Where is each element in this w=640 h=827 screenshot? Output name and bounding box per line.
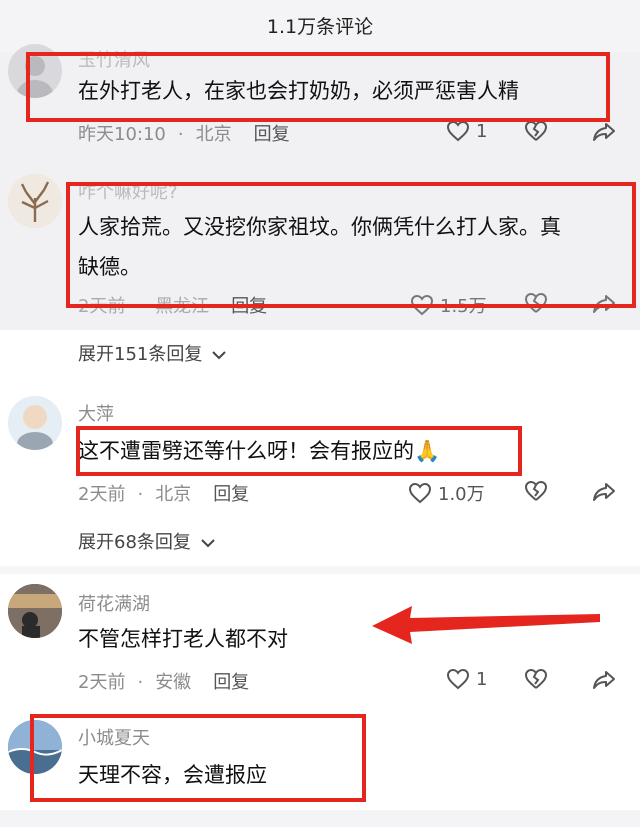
broken-heart-icon <box>524 668 548 689</box>
chevron-down-icon <box>200 532 215 553</box>
expand-replies-label: 展开151条回复 <box>78 344 203 365</box>
share-button[interactable] <box>592 482 616 502</box>
highlight-box <box>66 182 636 308</box>
dislike-button[interactable] <box>524 668 548 690</box>
share-button[interactable] <box>592 122 616 142</box>
avatar[interactable] <box>8 396 62 450</box>
comment-text: 不管怎样打老人都不对 <box>78 627 288 651</box>
expand-replies-button[interactable]: 展开68条回复 <box>78 528 215 554</box>
highlight-box <box>30 714 366 802</box>
comment-count-title: 1.1万条评论 <box>266 16 374 38</box>
like-button[interactable]: 1.0万 <box>408 480 485 506</box>
comment-meta: 昨天10:10 · 北京 回复 <box>78 120 290 146</box>
comment-time: 昨天10:10 <box>78 124 166 145</box>
comment-location: 安徽 <box>155 672 192 693</box>
like-count: 1.0万 <box>438 484 485 505</box>
heart-icon <box>446 668 470 690</box>
share-icon <box>593 671 615 689</box>
reply-button[interactable]: 回复 <box>254 120 290 146</box>
highlight-box <box>76 426 522 476</box>
like-button[interactable]: 1 <box>446 668 487 690</box>
heart-icon <box>446 120 470 142</box>
broken-heart-icon <box>524 120 548 141</box>
like-count: 1 <box>476 668 488 690</box>
avatar[interactable] <box>8 584 62 638</box>
chevron-down-icon <box>212 344 226 365</box>
like-count: 1 <box>476 120 488 142</box>
share-icon <box>593 123 615 141</box>
comment-time: 2天前 <box>78 672 126 693</box>
comment-location: 北京 <box>155 484 192 505</box>
red-arrow-annotation <box>372 606 600 644</box>
username[interactable]: 荷花满湖 <box>78 590 150 616</box>
like-button[interactable]: 1 <box>446 120 487 142</box>
highlight-box <box>26 52 610 122</box>
dislike-button[interactable] <box>524 480 548 502</box>
comments-header: 1.1万条评论 <box>0 0 640 52</box>
bottom-input-bar[interactable] <box>0 810 640 827</box>
reply-button[interactable]: 回复 <box>213 480 249 506</box>
share-icon <box>593 483 615 501</box>
broken-heart-icon <box>524 480 548 501</box>
expand-replies-button[interactable]: 展开151条回复 <box>78 340 226 366</box>
reply-button[interactable]: 回复 <box>213 668 249 694</box>
section-divider <box>0 566 640 574</box>
comment-meta: 2天前 · 北京 回复 <box>78 480 249 506</box>
share-button[interactable] <box>592 670 616 690</box>
heart-icon <box>408 482 432 504</box>
comment-time: 2天前 <box>78 484 126 505</box>
expand-replies-label: 展开68条回复 <box>78 532 191 553</box>
comment-location: 北京 <box>195 124 232 145</box>
username[interactable]: 大萍 <box>78 400 114 426</box>
comment-meta: 2天前 · 安徽 回复 <box>78 668 249 694</box>
avatar[interactable] <box>8 174 62 228</box>
dislike-button[interactable] <box>524 120 548 142</box>
